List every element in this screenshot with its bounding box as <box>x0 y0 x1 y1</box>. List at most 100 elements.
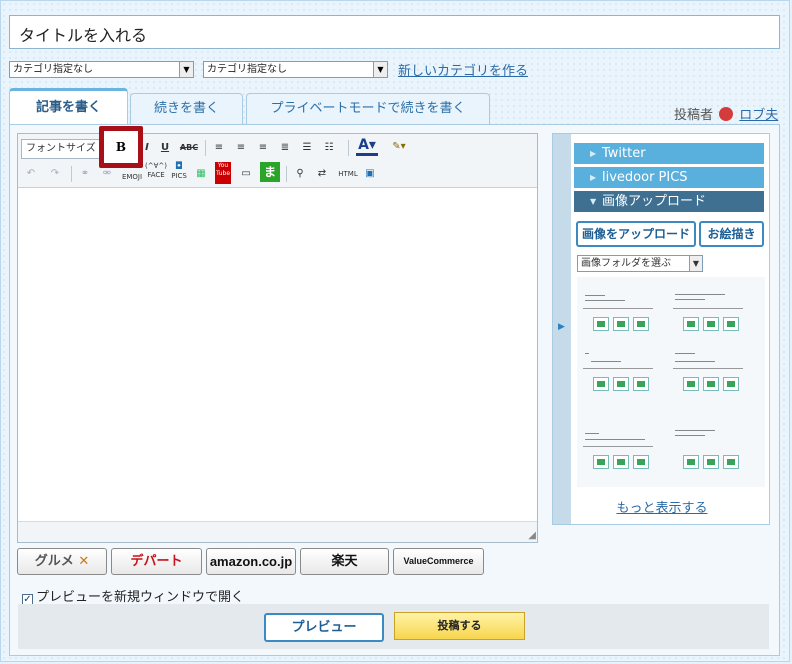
youtube-button[interactable]: You Tube <box>215 162 231 184</box>
align-justify-icon[interactable]: ≣ <box>277 139 293 157</box>
align-right-icon[interactable]: ≡ <box>255 139 271 157</box>
preview-new-window-option[interactable]: ✓ プレビューを新規ウィンドウで開く <box>22 586 244 605</box>
redo-icon[interactable]: ↷ <box>48 165 62 183</box>
fork-knife-icon: ✕ <box>78 554 90 569</box>
insert-image-icon[interactable] <box>723 455 739 469</box>
film-icon[interactable]: ▦ <box>193 165 209 183</box>
insert-image-icon[interactable] <box>593 317 609 331</box>
chevron-down-icon: ▼ <box>590 197 597 206</box>
ma-button[interactable]: ま <box>260 162 280 182</box>
unlink-icon[interactable]: ⚮ <box>100 165 114 183</box>
accordion-livedoor-pics[interactable]: ▶ livedoor PICS <box>574 167 764 188</box>
bold-button[interactable]: B <box>99 126 143 168</box>
link-icon[interactable]: ⚭ <box>78 165 92 183</box>
insert-image-icon[interactable] <box>683 455 699 469</box>
chevron-down-icon: ▼ <box>689 256 702 271</box>
category-select-secondary-value: カテゴリ指定なし <box>207 64 287 75</box>
insert-image-icon[interactable] <box>593 377 609 391</box>
editor-toolbar: フォントサイズ B I U ABC ≡ ≡ ≡ ≣ ☰ ☷ A▾ ✎▾ ↶ ↷ … <box>18 126 537 188</box>
image-thumbnail[interactable] <box>673 349 753 401</box>
new-category-link[interactable]: 新しいカテゴリを作る <box>398 60 528 79</box>
preview-button[interactable]: プレビュー <box>264 613 384 642</box>
insert-image-icon[interactable] <box>723 317 739 331</box>
bullet-list-icon[interactable]: ☰ <box>299 139 315 157</box>
face-button[interactable]: (^∀^) FACE <box>145 162 167 180</box>
accordion-twitter-label: Twitter <box>602 146 646 161</box>
post-button[interactable]: 投稿する <box>394 612 525 640</box>
image-thumbnail[interactable] <box>673 427 753 479</box>
show-more-link[interactable]: もっと表示する <box>616 501 707 516</box>
tab-write-article[interactable]: 記事を書く <box>9 88 128 125</box>
preview-window-icon[interactable]: ▣ <box>362 165 378 183</box>
pics-button[interactable]: ◘ PICS <box>169 162 189 181</box>
upload-image-button[interactable]: 画像をアップロード <box>576 221 696 247</box>
text-color-icon[interactable]: A▾ <box>356 138 378 156</box>
category-select-secondary[interactable]: カテゴリ指定なし ▼ <box>203 61 388 78</box>
rich-text-editor[interactable]: フォントサイズ B I U ABC ≡ ≡ ≡ ≣ ☰ ☷ A▾ ✎▾ ↶ ↷ … <box>17 126 538 543</box>
image-thumbnail[interactable] <box>673 289 753 341</box>
highlight-color-icon[interactable]: ✎▾ <box>386 138 412 156</box>
toolbar-divider <box>348 140 349 156</box>
tv-icon[interactable]: ▭ <box>238 165 254 183</box>
chevron-right-icon: ▶ <box>590 173 597 182</box>
insert-image-icon[interactable] <box>593 455 609 469</box>
find-icon[interactable]: ⚲ <box>292 165 308 183</box>
numbered-list-icon[interactable]: ☷ <box>321 139 337 157</box>
draw-button[interactable]: お絵描き <box>699 221 764 247</box>
image-thumbnail[interactable] <box>583 289 663 341</box>
emoji-button[interactable]: EMOJI <box>121 165 143 183</box>
resize-handle-icon[interactable]: ◢ <box>528 530 536 541</box>
insert-image-icon[interactable] <box>633 455 649 469</box>
italic-button[interactable]: I <box>142 139 152 157</box>
tab-continue-writing[interactable]: 続きを書く <box>130 93 243 125</box>
author-label: 投稿者 <box>674 108 714 123</box>
replace-icon[interactable]: ⇄ <box>314 165 330 183</box>
underline-button[interactable]: U <box>158 139 172 157</box>
side-panel-toggle[interactable]: ▶ <box>553 134 571 524</box>
accordion-image-upload[interactable]: ▼ 画像アップロード <box>574 191 764 212</box>
insert-image-icon[interactable] <box>613 455 629 469</box>
insert-image-icon[interactable] <box>723 377 739 391</box>
affiliate-amazon-button[interactable]: amazon.co.jp <box>206 548 296 575</box>
affiliate-gourmet-button[interactable]: グルメ ✕ <box>17 548 107 575</box>
tab-private-continue[interactable]: プライベートモードで続きを書く <box>246 93 490 125</box>
toolbar-divider <box>71 166 72 182</box>
side-panel: ▶ ▶ Twitter ▶ livedoor PICS ▼ 画像アップロード 画… <box>552 133 770 525</box>
font-size-select[interactable]: フォントサイズ <box>21 139 101 159</box>
html-button[interactable]: HTML <box>336 165 360 183</box>
affiliate-valuecommerce-button[interactable]: ValueCommerce <box>393 548 484 575</box>
image-thumbnail[interactable] <box>583 427 663 479</box>
strikethrough-button[interactable]: ABC <box>178 139 200 157</box>
category-select-primary-value: カテゴリ指定なし <box>13 64 93 75</box>
insert-image-icon[interactable] <box>703 455 719 469</box>
category-select-primary[interactable]: カテゴリ指定なし ▼ <box>9 61 194 78</box>
insert-image-icon[interactable] <box>703 317 719 331</box>
insert-image-icon[interactable] <box>683 317 699 331</box>
align-center-icon[interactable]: ≡ <box>233 139 249 157</box>
image-thumbnail[interactable] <box>583 349 663 401</box>
face-icon: (^∀^) <box>145 162 167 170</box>
insert-image-icon[interactable] <box>613 317 629 331</box>
expand-arrow-icon: ▶ <box>558 322 565 332</box>
avatar <box>719 107 734 121</box>
undo-icon[interactable]: ↶ <box>24 165 38 183</box>
insert-image-icon[interactable] <box>633 317 649 331</box>
image-folder-select[interactable]: 画像フォルダを選ぶ ▼ <box>577 255 703 272</box>
face-button-label: FACE <box>147 171 165 179</box>
image-thumbnail-grid <box>577 277 765 487</box>
accordion-upload-label: 画像アップロード <box>602 194 707 209</box>
affiliate-department-button[interactable]: デパート <box>111 548 202 575</box>
insert-image-icon[interactable] <box>683 377 699 391</box>
author-link[interactable]: ロブ夫 <box>739 108 778 123</box>
affiliate-rakuten-button[interactable]: 楽天 <box>300 548 389 575</box>
align-left-icon[interactable]: ≡ <box>211 139 227 157</box>
pics-button-label: PICS <box>171 172 187 180</box>
insert-image-icon[interactable] <box>633 377 649 391</box>
toolbar-divider <box>286 166 287 182</box>
insert-image-icon[interactable] <box>703 377 719 391</box>
title-input[interactable]: タイトルを入れる <box>9 15 780 49</box>
accordion-pics-label: livedoor PICS <box>602 170 688 185</box>
insert-image-icon[interactable] <box>613 377 629 391</box>
accordion-twitter[interactable]: ▶ Twitter <box>574 143 764 164</box>
chevron-down-icon: ▼ <box>179 62 193 77</box>
